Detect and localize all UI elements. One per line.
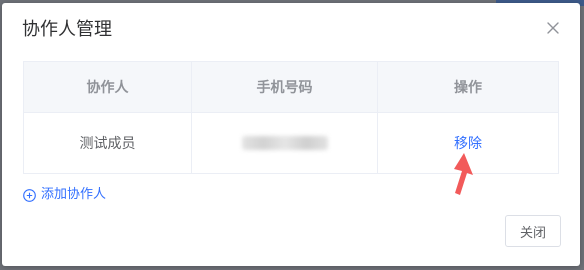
close-icon[interactable]	[546, 21, 560, 35]
column-header-action: 操作	[377, 62, 558, 113]
collaborator-dialog: 协作人管理 协作人 手机号码 操作 测试成员 移除 添加协作人 关闭	[2, 3, 580, 266]
table-header-row: 协作人 手机号码 操作	[24, 62, 558, 113]
masked-phone-number	[241, 135, 328, 150]
plus-circle-icon	[23, 188, 36, 202]
table-row: 测试成员 移除	[24, 112, 558, 173]
remove-link[interactable]: 移除	[454, 136, 482, 152]
add-collaborator-button[interactable]: 添加协作人	[23, 186, 106, 204]
add-collaborator-label: 添加协作人	[41, 187, 107, 202]
close-button[interactable]: 关闭	[505, 215, 561, 247]
dialog-title: 协作人管理	[22, 19, 112, 40]
collaborator-table: 协作人 手机号码 操作 测试成员 移除	[23, 61, 559, 174]
collaborator-name-cell: 测试成员	[24, 112, 192, 173]
column-header-phone: 手机号码	[191, 62, 378, 113]
phone-cell	[191, 112, 378, 173]
column-header-collaborator: 协作人	[24, 62, 192, 113]
annotation-arrow-icon	[454, 153, 473, 195]
